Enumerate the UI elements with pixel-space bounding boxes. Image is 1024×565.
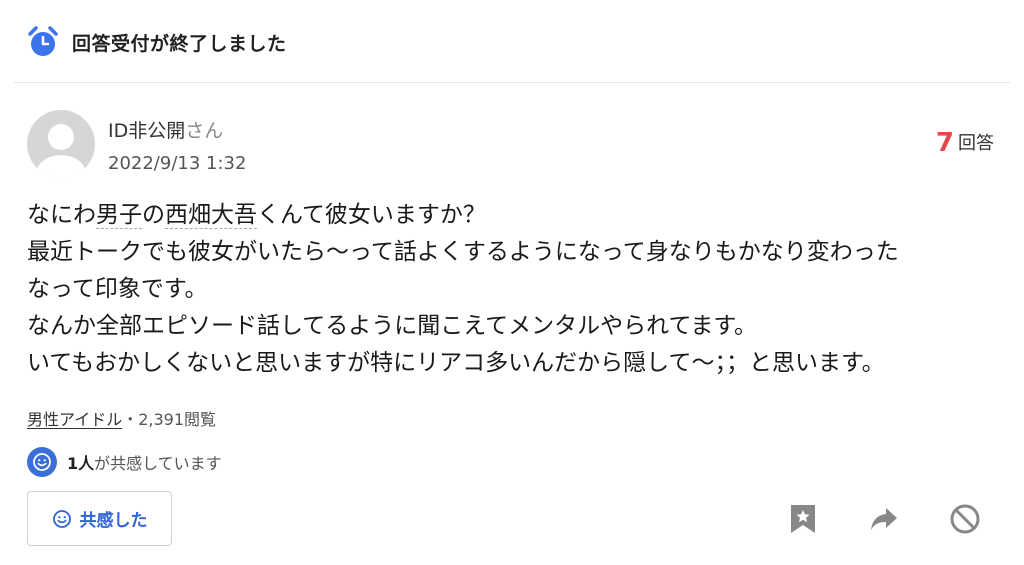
user-name-text: ID非公開 <box>108 120 186 142</box>
question-text: の <box>142 202 165 228</box>
user-name: ID非公開さん <box>108 116 223 143</box>
block-button[interactable] <box>948 502 982 536</box>
block-icon <box>950 504 980 534</box>
question-line: なんか全部エピソード話してるように聞こえてメンタルやられてます。 <box>27 313 758 339</box>
smile-icon <box>27 447 57 477</box>
view-count: ・2,391閲覧 <box>122 410 217 429</box>
divider <box>14 82 1010 83</box>
alarm-clock-icon <box>28 26 58 56</box>
question-line: いてもおかしくないと思いますが特にリアコ多いんだから隠して〜；；と思います。 <box>27 350 885 376</box>
empathy-count: 1人 <box>67 454 95 473</box>
bookmark-icon <box>791 505 815 533</box>
default-avatar-icon <box>36 124 86 178</box>
answer-count-label: 回答 <box>958 133 994 154</box>
empathy-summary: 1人 が共感しています <box>27 447 222 477</box>
user-suffix: さん <box>185 120 224 142</box>
question-line: なにわ男子の西畑大吾くんて彼女いますか？ <box>27 197 1002 234</box>
smile-icon <box>52 509 71 528</box>
category-link[interactable]: 男性アイドル <box>27 410 122 429</box>
empathy-text: が共感しています <box>94 454 222 473</box>
question-text: くんて彼女いますか？ <box>257 202 486 228</box>
avatar[interactable] <box>27 110 95 178</box>
meta-line: 男性アイドル・2,391閲覧 <box>27 406 216 430</box>
empathy-button-label: 共感した <box>79 511 148 531</box>
empathy-button[interactable]: 共感した <box>27 491 172 546</box>
question-text: なにわ <box>27 202 96 228</box>
keyword-link[interactable]: 西畑大吾 <box>165 202 257 229</box>
answer-count: 7 回答 <box>936 128 994 158</box>
status-bar: 回答受付が終了しました <box>26 22 287 62</box>
answer-count-number: 7 <box>935 128 954 158</box>
post-date: 2022/9/13 1:32 <box>108 153 247 174</box>
keyword-link[interactable]: 男子 <box>96 202 142 229</box>
question-line: なって印象です。 <box>27 276 208 302</box>
status-text: 回答受付が終了しました <box>72 32 287 55</box>
share-button[interactable] <box>867 502 901 536</box>
question-line: 最近トークでも彼女がいたら〜って話よくするようになって身なりもかなり変わった <box>27 239 899 265</box>
share-arrow-icon <box>871 508 897 530</box>
question-body: なにわ男子の西畑大吾くんて彼女いますか？ 最近トークでも彼女がいたら〜って話よく… <box>27 197 1002 382</box>
bookmark-button[interactable] <box>786 502 820 536</box>
